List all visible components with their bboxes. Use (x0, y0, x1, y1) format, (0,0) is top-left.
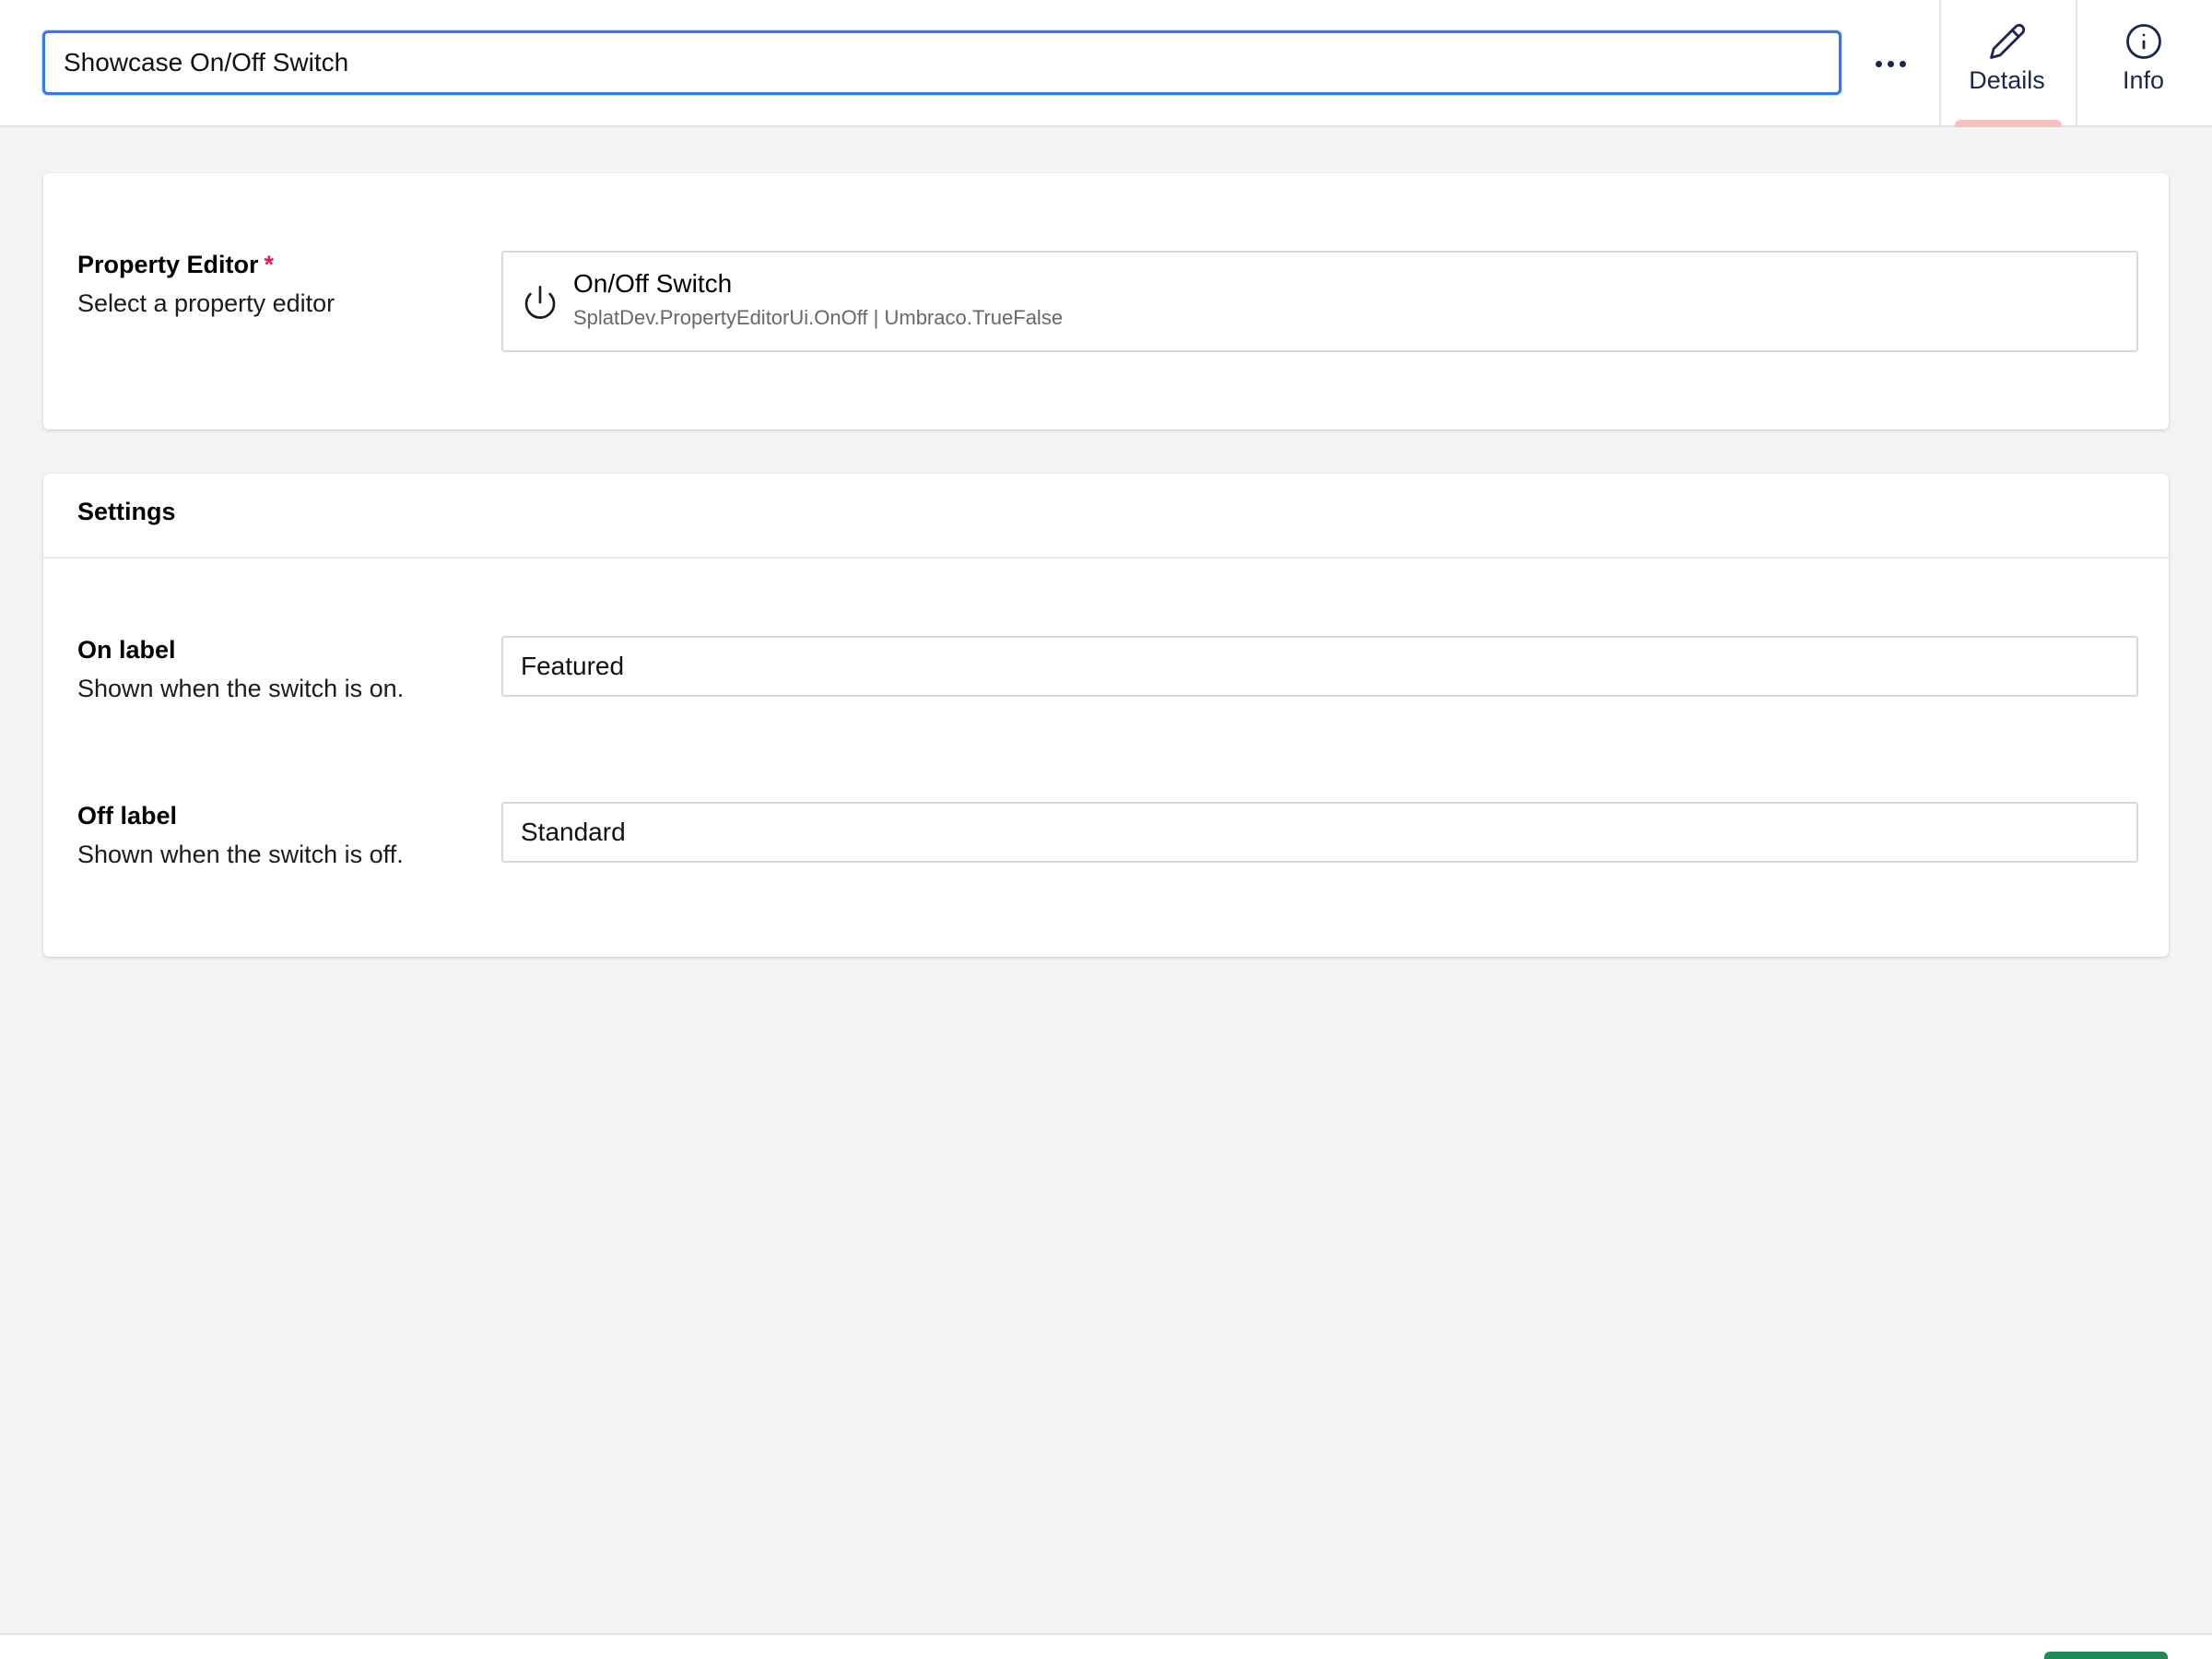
info-icon (2125, 24, 2161, 59)
property-editor-card: Property Editor * Select a property edito… (43, 173, 2169, 429)
tab-info-label: Info (2122, 66, 2165, 94)
property-editor-picker[interactable]: On/Off Switch SplatDev.PropertyEditorUi.… (501, 251, 2138, 352)
more-actions-button[interactable] (1862, 35, 1919, 92)
pencil-icon (1989, 23, 2025, 59)
selected-editor-name: On/Off Switch (573, 269, 733, 298)
workspace-footer (0, 1633, 2212, 1659)
active-tab-indicator (1955, 120, 2062, 127)
on-label-input[interactable] (501, 636, 2138, 697)
off-label-description: Shown when the switch is off. (77, 841, 404, 868)
property-editor-label: Property Editor * (77, 251, 275, 278)
settings-title: Settings (77, 498, 176, 525)
selected-editor-alias: SplatDev.PropertyEditorUi.OnOff | Umbrac… (573, 306, 1064, 329)
power-icon (524, 286, 556, 319)
settings-header: Settings (43, 474, 2169, 559)
name-input[interactable] (42, 30, 1841, 95)
workspace-header: Details Info (0, 0, 2212, 127)
settings-card: Settings On label Shown when the switch … (43, 474, 2169, 957)
property-editor-description: Select a property editor (77, 289, 335, 317)
off-label-label: Off label (77, 802, 178, 830)
tab-info[interactable]: Info (2076, 0, 2209, 125)
on-label-label: On label (77, 636, 176, 664)
tab-details[interactable]: Details (1939, 0, 2073, 125)
tab-details-label: Details (1969, 66, 2045, 94)
more-horizontal-icon (1875, 60, 1882, 67)
on-label-description: Shown when the switch is on. (77, 675, 405, 702)
required-marker: * (264, 251, 275, 278)
off-label-input[interactable] (501, 802, 2138, 863)
save-button[interactable] (2044, 1652, 2168, 1659)
